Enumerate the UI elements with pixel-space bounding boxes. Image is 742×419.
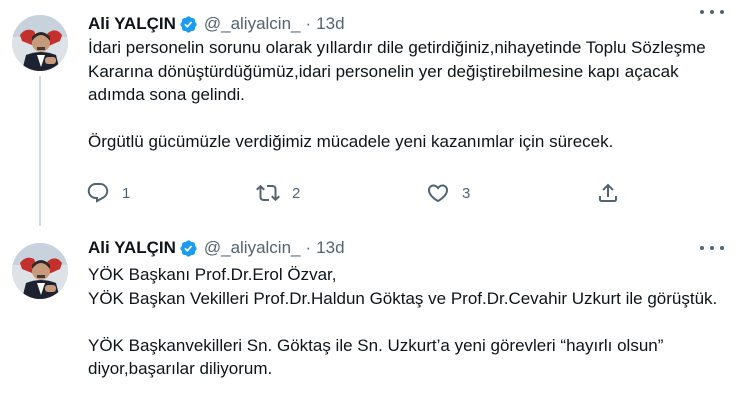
- author-name[interactable]: Ali YALÇIN: [88, 14, 176, 34]
- tweet-paragraph: YÖK Başkanı Prof.Dr.Erol Özvar, YÖK Başk…: [88, 265, 718, 308]
- more-icon[interactable]: [700, 240, 724, 256]
- tweet-text: İdari personelin sorunu olarak yıllardır…: [88, 36, 733, 154]
- tweet[interactable]: Ali YALÇIN @_aliyalcin_ · 13d İdari pers…: [0, 0, 742, 228]
- reply-icon: [87, 183, 109, 203]
- retweet-icon: [256, 184, 280, 202]
- avatar-image: [12, 243, 68, 299]
- thread-line: [39, 76, 41, 226]
- author-handle[interactable]: @_aliyalcin_: [204, 14, 301, 34]
- tweet-paragraph: YÖK Başkanvekilleri Sn. Göktaş ile Sn. U…: [88, 335, 664, 379]
- reply-count: 1: [122, 184, 131, 202]
- timestamp[interactable]: 13d: [316, 14, 344, 34]
- timestamp[interactable]: 13d: [316, 238, 344, 258]
- separator: ·: [305, 238, 312, 257]
- heart-icon: [427, 184, 449, 203]
- like-count: 3: [462, 184, 471, 202]
- avatar[interactable]: [12, 243, 68, 299]
- verified-badge-icon: [180, 15, 197, 33]
- share-icon: [599, 183, 617, 202]
- tweet-paragraph: İdari personelin sorunu olarak yıllardır…: [88, 38, 706, 104]
- reply-button[interactable]: 1: [86, 180, 130, 206]
- separator: ·: [305, 14, 312, 33]
- share-button[interactable]: [596, 180, 620, 206]
- verified-badge-icon: [180, 239, 197, 257]
- retweet-button[interactable]: 2: [256, 180, 300, 206]
- tweet-paragraph: Örgütlü gücümüzle verdiğimiz mücadele ye…: [88, 132, 614, 151]
- retweet-count: 2: [292, 184, 301, 202]
- tweet[interactable]: Ali YALÇIN @_aliyalcin_ · 13d YÖK Başkan…: [0, 228, 742, 419]
- more-icon[interactable]: [700, 4, 724, 20]
- tweet-text: YÖK Başkanı Prof.Dr.Erol Özvar, YÖK Başk…: [88, 263, 733, 381]
- avatar-image: [12, 15, 68, 71]
- tweet-actions: 1 2 3: [86, 180, 626, 206]
- author-name[interactable]: Ali YALÇIN: [88, 238, 176, 258]
- avatar[interactable]: [12, 15, 68, 71]
- author-handle[interactable]: @_aliyalcin_: [204, 238, 301, 258]
- like-button[interactable]: 3: [426, 180, 470, 206]
